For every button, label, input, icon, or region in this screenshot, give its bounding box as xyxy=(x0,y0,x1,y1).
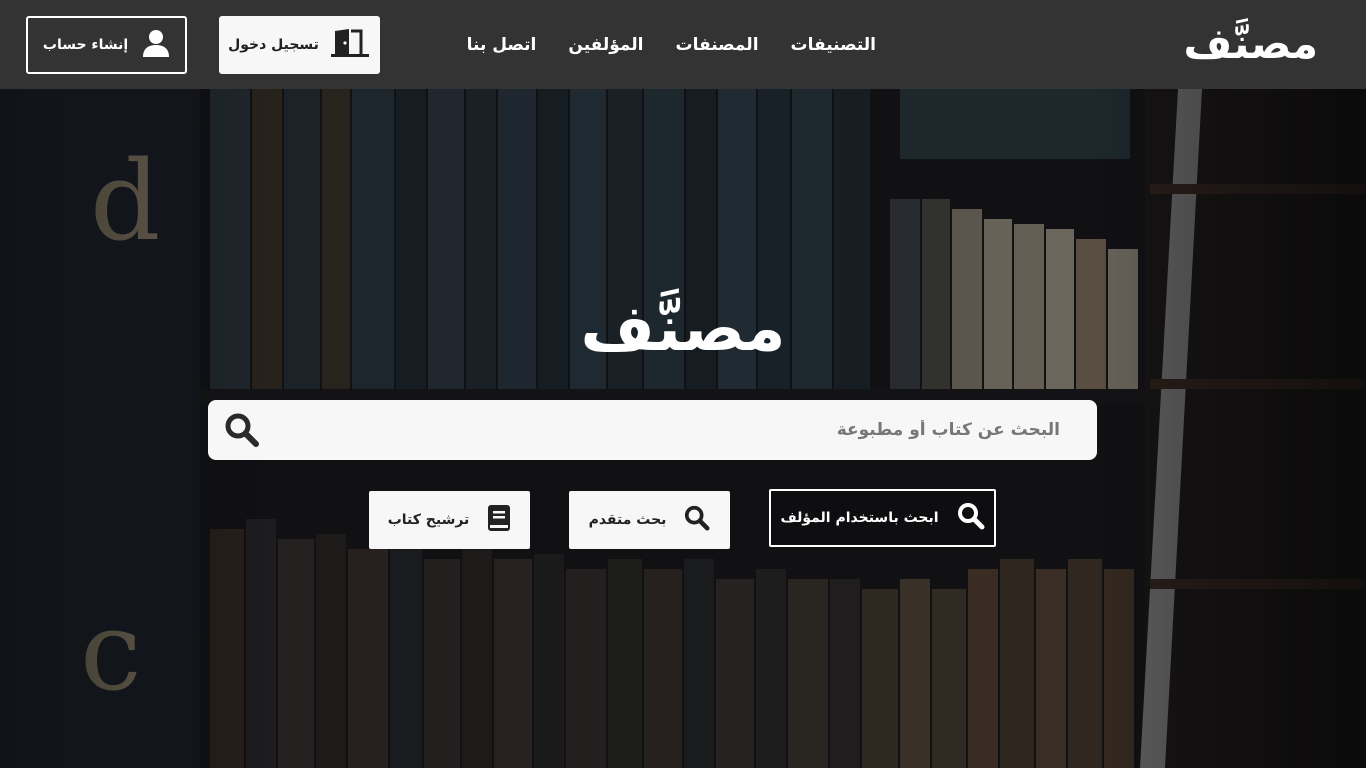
main-nav: التصنيفات المصنفات المؤلفين اتصل بنا xyxy=(467,31,876,59)
nominate-book-button[interactable]: ترشيح كتاب xyxy=(369,491,530,549)
nav-item-contact[interactable]: اتصل بنا xyxy=(467,31,537,59)
user-icon xyxy=(142,29,170,61)
search-icon[interactable] xyxy=(225,413,259,447)
login-label: تسجيل دخول xyxy=(228,37,319,53)
search-icon xyxy=(957,502,985,534)
search-bar xyxy=(208,400,1097,460)
nominate-book-label: ترشيح كتاب xyxy=(387,512,470,528)
hero-section: d c xyxy=(0,89,1366,768)
advanced-search-label: بحث متقدم xyxy=(588,512,667,528)
advanced-search-button[interactable]: بحث متقدم xyxy=(569,491,730,549)
search-input[interactable] xyxy=(278,400,1078,460)
nav-item-authors[interactable]: المؤلفين xyxy=(568,31,643,59)
door-icon xyxy=(329,28,371,62)
site-logo[interactable]: مصنَّف xyxy=(1183,14,1318,74)
signup-button[interactable]: إنشاء حساب xyxy=(26,16,187,74)
hero-title: مصنَّف xyxy=(580,292,786,366)
book-icon xyxy=(487,504,511,536)
nav-item-categories[interactable]: التصنيفات xyxy=(791,31,876,59)
page: مصنَّف التصنيفات المصنفات المؤلفين اتصل … xyxy=(0,0,1366,768)
signup-label: إنشاء حساب xyxy=(42,37,129,53)
top-header: مصنَّف التصنيفات المصنفات المؤلفين اتصل … xyxy=(0,0,1366,89)
author-search-button[interactable]: ابحث باستخدام المؤلف xyxy=(769,489,996,547)
nav-item-works[interactable]: المصنفات xyxy=(676,31,759,59)
author-search-label: ابحث باستخدام المؤلف xyxy=(780,510,939,526)
search-icon xyxy=(684,505,710,535)
login-button[interactable]: تسجيل دخول xyxy=(219,16,380,74)
